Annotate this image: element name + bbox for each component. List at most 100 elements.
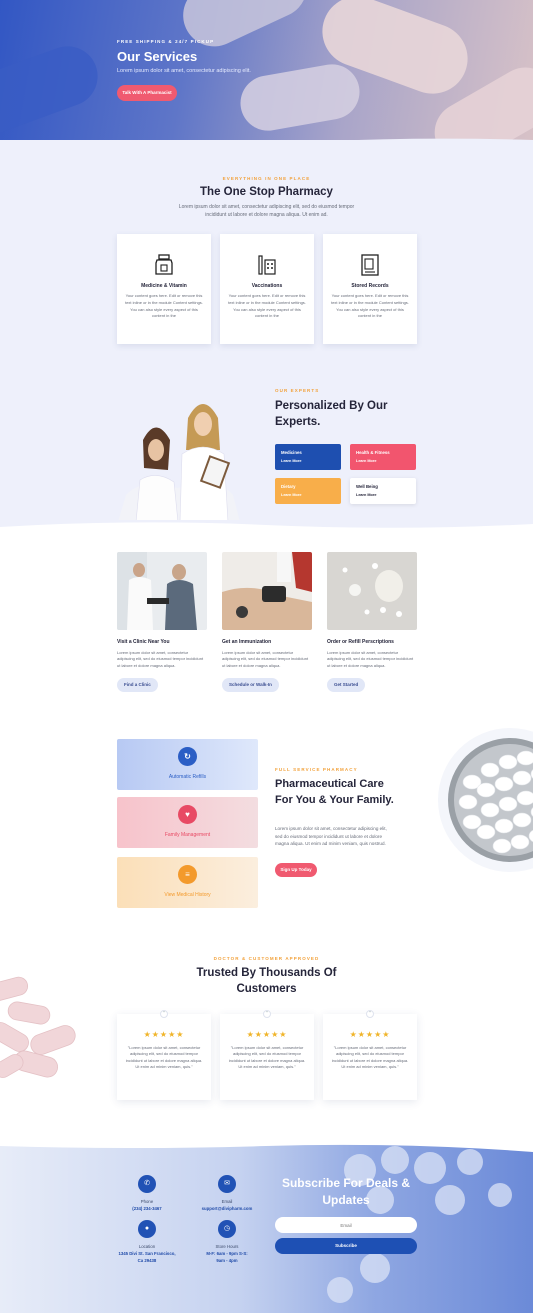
refresh-icon: ↻ <box>178 747 197 766</box>
hero-section: FREE SHIPPING & 24/7 PICKUP Our Services… <box>0 0 533 152</box>
rating-stars: ★★★★★ <box>143 1030 185 1039</box>
quote-icon: “ <box>160 1010 168 1018</box>
service-prescriptions: Order or Refill Perscriptions Lorem ipsu… <box>327 552 417 693</box>
tile-medicines[interactable]: Medicines Learn More <box>275 444 341 470</box>
band-label: Family Management <box>164 832 211 838</box>
rating-stars: ★★★★★ <box>349 1030 391 1039</box>
contact-phone: ✆ Phone (234) 234-3467 <box>107 1175 187 1213</box>
hero-subtitle: Lorem ipsum dolor sit amet, consectetur … <box>117 68 251 74</box>
automatic-refills-band[interactable]: ↻ Automatic Refills <box>117 739 258 790</box>
family-icon: ♥ <box>178 805 197 824</box>
footer-section: ✆ Phone (234) 234-3467 ✉ Email support@d… <box>0 1140 533 1313</box>
pharma-text: Lorem ipsum dolor sit amet, consectetur … <box>275 826 387 847</box>
trusted-kicker: DOCTOR & CUSTOMER APPROVED <box>213 956 320 961</box>
service-text: Lorem ipsum dolor sit amet, consectetur … <box>117 650 204 668</box>
contact-email: ✉ Email support@diviphar​m.com <box>187 1175 267 1213</box>
testimonial-card: “ ★★★★★ "Lorem ipsum dolor sit amet, con… <box>323 1010 417 1100</box>
wave-divider <box>0 520 533 528</box>
pharma-kicker: FULL SERVICE PHARMACY <box>275 767 358 772</box>
pill-bowl-image <box>438 728 533 872</box>
tile-link[interactable]: Learn More <box>356 493 376 497</box>
contact-hours: ◷ Store Hours M-F: 6am - 9pm S-S: 9am - … <box>187 1220 267 1264</box>
contact-value: 1345 Divi St. San Francisco, Ca 29438 <box>118 1251 176 1263</box>
service-title: Order or Refill Perscriptions <box>327 639 394 645</box>
syringe-icon <box>258 255 276 275</box>
tile-title: Medicines <box>281 450 302 455</box>
pink-pills-image <box>0 976 76 1078</box>
service-title: Get an Immunization <box>222 639 272 645</box>
contact-label: Email <box>221 1199 233 1204</box>
tile-title: Well Being <box>356 484 378 489</box>
clinic-photo <box>117 552 207 630</box>
services-section: Visit a Clinic Near You Lorem ipsum dolo… <box>0 520 533 720</box>
hero-title: Our Services <box>117 49 198 64</box>
hero-kicker: FREE SHIPPING & 24/7 PICKUP <box>117 39 215 44</box>
find-clinic-button[interactable]: Find a Clinic <box>117 678 158 693</box>
contact-value[interactable]: (234) 234-3467 <box>107 1206 187 1213</box>
pharma-title: Pharmaceutical Care For You & Your Famil… <box>275 778 394 806</box>
email-input[interactable] <box>275 1217 417 1233</box>
service-text: Lorem ipsum dolor sit amet, consectetur … <box>222 650 309 668</box>
mail-icon: ✉ <box>218 1175 236 1193</box>
service-clinic: Visit a Clinic Near You Lorem ipsum dolo… <box>117 552 207 693</box>
card-title: Medicine & Vitamin <box>141 283 187 289</box>
service-immunization: Get an Immunization Lorem ipsum dolor si… <box>222 552 312 693</box>
onestop-kicker: EVERYTHING IN ONE PLACE <box>222 176 311 181</box>
medical-history-band[interactable]: ≡ View Medical History <box>117 857 258 908</box>
testimonial-card: “ ★★★★★ "Lorem ipsum dolor sit amet, con… <box>117 1010 211 1100</box>
tile-link[interactable]: Learn More <box>281 493 301 497</box>
schedule-button[interactable]: Schedule or Walk-In <box>222 678 279 693</box>
service-title: Visit a Clinic Near You <box>117 639 170 645</box>
contact-label: Location <box>138 1244 156 1249</box>
family-management-band[interactable]: ♥ Family Management <box>117 797 258 848</box>
immunization-photo <box>222 552 312 630</box>
talk-pharmacist-button[interactable]: Talk With A Pharmacist <box>117 85 177 101</box>
contact-label: Store Hours <box>215 1244 239 1249</box>
testimonial-text: "Lorem ipsum dolor sit amet, consectetur… <box>125 1045 203 1070</box>
trusted-title: Trusted By Thousands Of Customers <box>196 967 337 995</box>
card-text: Your content goes here. Edit or remove t… <box>331 293 409 319</box>
card-title: Stored Records <box>351 283 389 289</box>
service-text: Lorem ipsum dolor sit amet, consectetur … <box>327 650 414 668</box>
tile-link[interactable]: Learn More <box>281 459 301 463</box>
medicine-bottle-icon <box>155 254 173 275</box>
subscribe-button[interactable]: Subscribe <box>275 1238 417 1254</box>
testimonial-card: “ ★★★★★ "Lorem ipsum dolor sit amet, con… <box>220 1010 314 1100</box>
onestop-title: The One Stop Pharmacy <box>200 186 333 198</box>
service-card-medicine: Medicine & Vitamin Your content goes her… <box>117 234 211 344</box>
history-icon: ≡ <box>178 865 197 884</box>
testimonial-text: "Lorem ipsum dolor sit amet, consectetur… <box>331 1045 409 1070</box>
testimonial-text: "Lorem ipsum dolor sit amet, consectetur… <box>228 1045 306 1070</box>
quote-icon: “ <box>263 1010 271 1018</box>
card-text: Your content goes here. Edit or remove t… <box>228 293 306 319</box>
clock-icon: ◷ <box>218 1220 236 1238</box>
contact-location: ● Location 1345 Divi St. San Francisco, … <box>107 1220 187 1264</box>
get-started-button[interactable]: Get Started <box>327 678 366 693</box>
service-card-records: Stored Records Your content goes here. E… <box>323 234 417 344</box>
contact-value: M-F: 6am - 9pm S-S: 9am - 4pm <box>206 1251 248 1263</box>
band-label: Automatic Refills <box>168 774 207 780</box>
rating-stars: ★★★★★ <box>246 1030 288 1039</box>
tile-well-being[interactable]: Well Being Learn More <box>350 478 416 504</box>
card-text: Your content goes here. Edit or remove t… <box>125 293 203 319</box>
sign-up-button[interactable]: Sign Up Today <box>275 863 317 877</box>
phone-icon: ✆ <box>138 1175 156 1193</box>
location-icon: ● <box>138 1220 156 1238</box>
pill-image <box>0 37 107 143</box>
tile-health-fitness[interactable]: Health & Fitness Learn More <box>350 444 416 470</box>
tile-title: Dietary <box>281 484 296 489</box>
onestop-text: Lorem ipsum dolor sit amet, consectetur … <box>178 204 355 218</box>
quote-icon: “ <box>366 1010 374 1018</box>
service-card-vaccinations: Vaccinations Your content goes here. Edi… <box>220 234 314 344</box>
tile-link[interactable]: Learn More <box>356 459 376 463</box>
tile-dietary[interactable]: Dietary Learn More <box>275 478 341 504</box>
tile-title: Health & Fitness <box>356 450 390 455</box>
testimonials-section: DOCTOR & CUSTOMER APPROVED Trusted By Th… <box>0 940 533 1140</box>
records-icon <box>361 254 379 276</box>
one-stop-section: EVERYTHING IN ONE PLACE The One Stop Pha… <box>0 140 533 520</box>
pill-image <box>236 59 364 136</box>
card-title: Vaccinations <box>251 283 283 289</box>
band-label: View Medical History <box>164 892 211 898</box>
contact-value[interactable]: support@diviphar​m.com <box>187 1206 267 1213</box>
pharmaceutical-section: ↻ Automatic Refills ♥ Family Management … <box>0 720 533 940</box>
